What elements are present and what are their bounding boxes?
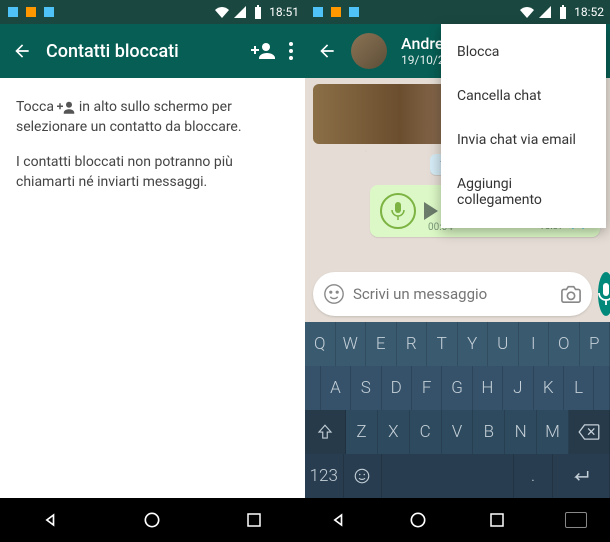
key-a[interactable]: A bbox=[321, 366, 351, 410]
key-x[interactable]: X bbox=[378, 410, 410, 454]
key-f[interactable]: F bbox=[412, 366, 442, 410]
key-u[interactable]: U bbox=[488, 322, 519, 366]
notif-icon bbox=[6, 5, 20, 19]
menu-item-add-shortcut[interactable]: Aggiungi collegamento bbox=[441, 162, 606, 222]
key-.[interactable]: . bbox=[514, 454, 553, 498]
key-z[interactable]: Z bbox=[346, 410, 378, 454]
key-g[interactable]: G bbox=[442, 366, 472, 410]
audio-avatar bbox=[380, 193, 416, 229]
menu-item-block[interactable]: Blocca bbox=[441, 30, 606, 74]
key-s[interactable]: S bbox=[351, 366, 381, 410]
key-[object svgsvgelement][interactable] bbox=[305, 410, 346, 454]
phone-right: 18:52 Andrea 19/10/2015, 19 Blocca Cance… bbox=[305, 0, 610, 542]
keyboard-row-3: ZXCVBNM bbox=[305, 410, 610, 454]
key-l[interactable]: L bbox=[564, 366, 594, 410]
keyboard-row-2: ASDFGHJKL bbox=[305, 366, 610, 410]
key-v[interactable]: V bbox=[442, 410, 474, 454]
nav-home-icon[interactable] bbox=[138, 506, 166, 534]
key-q[interactable]: Q bbox=[305, 322, 336, 366]
nav-recent-icon[interactable] bbox=[483, 506, 511, 534]
key-y[interactable]: Y bbox=[458, 322, 489, 366]
page-title: Contatti bloccati bbox=[46, 41, 237, 62]
key-b[interactable]: B bbox=[473, 410, 505, 454]
menu-item-clear-chat[interactable]: Cancella chat bbox=[441, 74, 606, 118]
key-e[interactable]: E bbox=[366, 322, 397, 366]
keyboard-toggle-icon[interactable] bbox=[562, 506, 590, 534]
key-w[interactable]: W bbox=[336, 322, 367, 366]
overflow-icon[interactable] bbox=[289, 42, 293, 60]
status-time: 18:51 bbox=[269, 5, 299, 19]
back-icon[interactable] bbox=[317, 41, 337, 61]
key-t[interactable]: T bbox=[427, 322, 458, 366]
key-d[interactable]: D bbox=[382, 366, 412, 410]
key-i[interactable]: I bbox=[519, 322, 550, 366]
nav-recent-icon[interactable] bbox=[240, 506, 268, 534]
notif-icon bbox=[24, 5, 38, 19]
status-bar: 18:52 bbox=[305, 0, 610, 24]
key-123[interactable]: 123 bbox=[305, 454, 344, 498]
key-half[interactable] bbox=[305, 366, 321, 410]
notif-icon bbox=[311, 5, 325, 19]
message-input[interactable] bbox=[353, 285, 552, 303]
signal-icon bbox=[538, 5, 552, 19]
nav-home-icon[interactable] bbox=[404, 506, 432, 534]
add-contact-icon[interactable] bbox=[251, 39, 275, 63]
status-time: 18:52 bbox=[574, 5, 604, 19]
phone-left: 18:51 Contatti bloccati Tocca in alto su… bbox=[0, 0, 305, 542]
keyboard-row-1: QWERTYUIOP bbox=[305, 322, 610, 366]
key-[object svgsvgelement][interactable] bbox=[344, 454, 383, 498]
notif-icon bbox=[42, 5, 56, 19]
key-space[interactable] bbox=[382, 454, 514, 498]
key-r[interactable]: R bbox=[397, 322, 428, 366]
nav-back-icon[interactable] bbox=[37, 506, 65, 534]
status-left-icons bbox=[6, 5, 56, 19]
status-right-icons: 18:52 bbox=[520, 5, 604, 19]
emoji-icon[interactable] bbox=[323, 283, 345, 305]
app-bar: Contatti bloccati bbox=[0, 24, 305, 78]
keyboard[interactable]: QWERTYUIOP ASDFGHJKL ZXCVBNM 123. bbox=[305, 322, 610, 498]
battery-icon bbox=[251, 5, 265, 19]
wifi-icon bbox=[520, 5, 534, 19]
menu-item-email-chat[interactable]: Invia chat via email bbox=[441, 118, 606, 162]
signal-icon bbox=[233, 5, 247, 19]
key-half[interactable] bbox=[594, 366, 610, 410]
status-right-icons: 18:51 bbox=[215, 5, 299, 19]
content-area: Tocca in alto sullo schermo per selezion… bbox=[0, 78, 305, 498]
key-m[interactable]: M bbox=[537, 410, 569, 454]
overflow-menu: Blocca Cancella chat Invia chat via emai… bbox=[441, 24, 606, 228]
key-c[interactable]: C bbox=[410, 410, 442, 454]
camera-icon[interactable] bbox=[560, 284, 582, 304]
play-icon[interactable] bbox=[424, 202, 440, 220]
input-row bbox=[305, 266, 610, 322]
key-[object svgsvgelement][interactable] bbox=[569, 410, 610, 454]
info-text: I contatti bloccati non potranno più chi… bbox=[16, 153, 289, 192]
keyboard-row-4: 123. bbox=[305, 454, 610, 498]
nav-bar bbox=[0, 498, 305, 542]
mic-icon bbox=[391, 202, 405, 220]
nav-back-icon[interactable] bbox=[325, 506, 353, 534]
notif-icon bbox=[347, 5, 361, 19]
contact-avatar[interactable] bbox=[351, 33, 387, 69]
add-contact-inline-icon bbox=[57, 100, 75, 114]
key-n[interactable]: N bbox=[505, 410, 537, 454]
back-icon[interactable] bbox=[12, 41, 32, 61]
key-p[interactable]: P bbox=[580, 322, 610, 366]
mic-button[interactable] bbox=[598, 272, 610, 316]
wifi-icon bbox=[215, 5, 229, 19]
instruction-text: Tocca in alto sullo schermo per selezion… bbox=[16, 98, 289, 137]
key-[object svgsvgelement][interactable] bbox=[553, 454, 610, 498]
message-input-box[interactable] bbox=[313, 272, 592, 316]
key-j[interactable]: J bbox=[503, 366, 533, 410]
notif-icon bbox=[329, 5, 343, 19]
nav-bar bbox=[305, 498, 610, 542]
status-left-icons bbox=[311, 5, 361, 19]
key-k[interactable]: K bbox=[534, 366, 564, 410]
key-h[interactable]: H bbox=[473, 366, 503, 410]
status-bar: 18:51 bbox=[0, 0, 305, 24]
battery-icon bbox=[556, 5, 570, 19]
key-o[interactable]: O bbox=[549, 322, 580, 366]
